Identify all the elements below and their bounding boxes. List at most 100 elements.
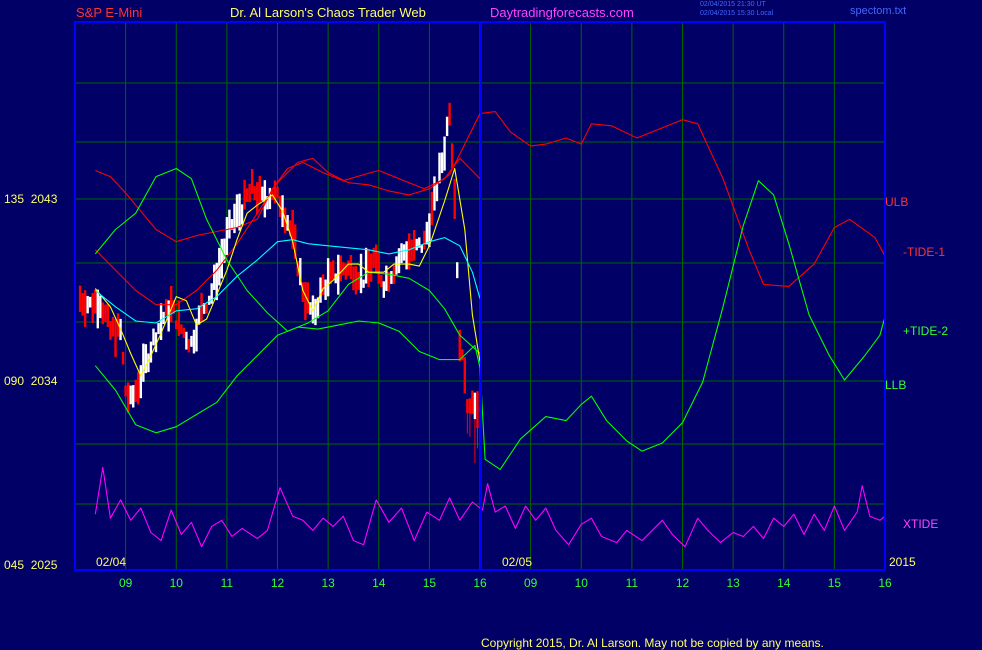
price-bar bbox=[331, 260, 335, 280]
price-bar bbox=[106, 304, 110, 327]
x-tick-label: 14 bbox=[372, 576, 386, 590]
x-tick-label: 16 bbox=[878, 576, 892, 590]
x-tick-label: 11 bbox=[626, 576, 639, 590]
price-bar bbox=[405, 241, 408, 270]
price-bar bbox=[471, 390, 474, 415]
x-tick-label: 09 bbox=[119, 576, 133, 590]
price-bar bbox=[382, 281, 386, 298]
price-bar bbox=[463, 357, 467, 394]
price-bar bbox=[243, 179, 246, 210]
x-tick-label: 09 bbox=[524, 576, 538, 590]
price-bar bbox=[235, 194, 239, 228]
y-tick-price-high: 2043 bbox=[30, 192, 58, 206]
x-tick-label: 11 bbox=[221, 576, 234, 590]
price-bar bbox=[423, 230, 426, 250]
price-bar bbox=[248, 183, 251, 203]
y-tick-tide-high: 135 bbox=[4, 192, 25, 206]
price-bar bbox=[375, 244, 378, 273]
y-tick-label-low: 045 2025 bbox=[4, 559, 57, 571]
label-ulb: ULB bbox=[885, 195, 909, 209]
price-bar bbox=[319, 277, 322, 303]
price-bar bbox=[78, 285, 82, 312]
price-bar bbox=[347, 260, 350, 276]
price-bar bbox=[258, 176, 261, 204]
price-bar bbox=[132, 385, 135, 408]
price-bar bbox=[205, 303, 208, 314]
price-bar bbox=[369, 253, 373, 282]
price-bar bbox=[109, 320, 112, 340]
price-bar bbox=[352, 266, 355, 291]
price-bar bbox=[101, 302, 105, 325]
price-bar bbox=[126, 382, 130, 413]
date-label-1: 02/04 bbox=[96, 555, 127, 569]
price-bar bbox=[448, 102, 451, 126]
price-bar bbox=[187, 338, 191, 353]
price-bar bbox=[349, 254, 353, 280]
price-bar bbox=[321, 274, 325, 295]
price-bar bbox=[91, 293, 94, 324]
y-tick-price-low: 2025 bbox=[30, 558, 58, 572]
price-bar bbox=[261, 186, 264, 201]
price-bar bbox=[81, 293, 84, 316]
price-bar bbox=[412, 229, 416, 261]
price-bar bbox=[88, 296, 92, 308]
price-bar bbox=[420, 244, 423, 253]
label-xtide: XTIDE bbox=[903, 517, 939, 531]
frame bbox=[74, 21, 886, 571]
price-bar bbox=[410, 239, 413, 262]
price-bar bbox=[329, 261, 332, 285]
price-bar bbox=[468, 398, 472, 414]
price-bar bbox=[175, 320, 178, 330]
y-tick-tide-low: 045 bbox=[4, 558, 25, 572]
price-bar bbox=[200, 292, 203, 322]
series-line-llb bbox=[94, 180, 886, 470]
x-tick-label: 15 bbox=[828, 576, 842, 590]
y-tick-tide-mid: 090 bbox=[4, 374, 25, 388]
price-bar bbox=[137, 372, 140, 405]
instrument-title: S&P E-Mini bbox=[76, 5, 143, 20]
price-bar bbox=[157, 323, 160, 335]
price-bar bbox=[114, 318, 117, 358]
x-tick-label: 13 bbox=[321, 576, 335, 590]
price-bar bbox=[473, 392, 477, 420]
price-bar bbox=[415, 238, 418, 251]
price-bar bbox=[245, 188, 249, 202]
x-tick-label: 13 bbox=[726, 576, 740, 590]
price-bar bbox=[253, 186, 256, 201]
y-tick-label-mid: 090 2034 bbox=[4, 375, 57, 387]
price-bar bbox=[367, 249, 370, 287]
price-bar bbox=[456, 262, 459, 279]
price-bar bbox=[99, 295, 102, 319]
price-bar bbox=[144, 344, 148, 374]
price-bar bbox=[326, 258, 330, 297]
price-bar bbox=[443, 136, 446, 171]
x-tick-label: 12 bbox=[271, 576, 285, 590]
price-bar bbox=[433, 176, 436, 211]
x-tick-label: 10 bbox=[575, 576, 589, 590]
price-bar bbox=[129, 385, 132, 405]
x-tick-label: 16 bbox=[473, 576, 487, 590]
price-bar bbox=[324, 279, 327, 300]
price-bar bbox=[182, 327, 186, 338]
label-tide-1: -TIDE-1 bbox=[903, 245, 945, 259]
price-bar bbox=[256, 182, 259, 215]
price-bar bbox=[304, 282, 307, 321]
price-bar bbox=[111, 316, 115, 337]
x-tick-label: 10 bbox=[170, 576, 184, 590]
price-bar bbox=[364, 247, 368, 284]
price-bar bbox=[240, 204, 244, 225]
chart-page: { "header": { "instrument": "S&P E-Mini"… bbox=[0, 0, 982, 650]
year-label: 2015 bbox=[889, 555, 916, 569]
site-url[interactable]: Daytradingforecasts.com bbox=[490, 6, 634, 19]
price-bar bbox=[450, 143, 454, 169]
copyright: Copyright 2015, Dr. Al Larson. May not b… bbox=[481, 636, 824, 650]
price-bar bbox=[185, 331, 188, 350]
price-bar bbox=[225, 217, 229, 255]
site-title: Dr. Al Larson's Chaos Trader Web bbox=[230, 5, 426, 20]
price-bar bbox=[139, 365, 143, 399]
price-bar bbox=[177, 300, 180, 336]
price-bar bbox=[440, 152, 444, 174]
chart-svg: 09 10 11 12 13 14 15 16 09 10 11 12 13 14 15 16 bbox=[74, 21, 892, 590]
source-file: spectom.txt bbox=[850, 5, 907, 17]
price-bar bbox=[445, 116, 449, 137]
